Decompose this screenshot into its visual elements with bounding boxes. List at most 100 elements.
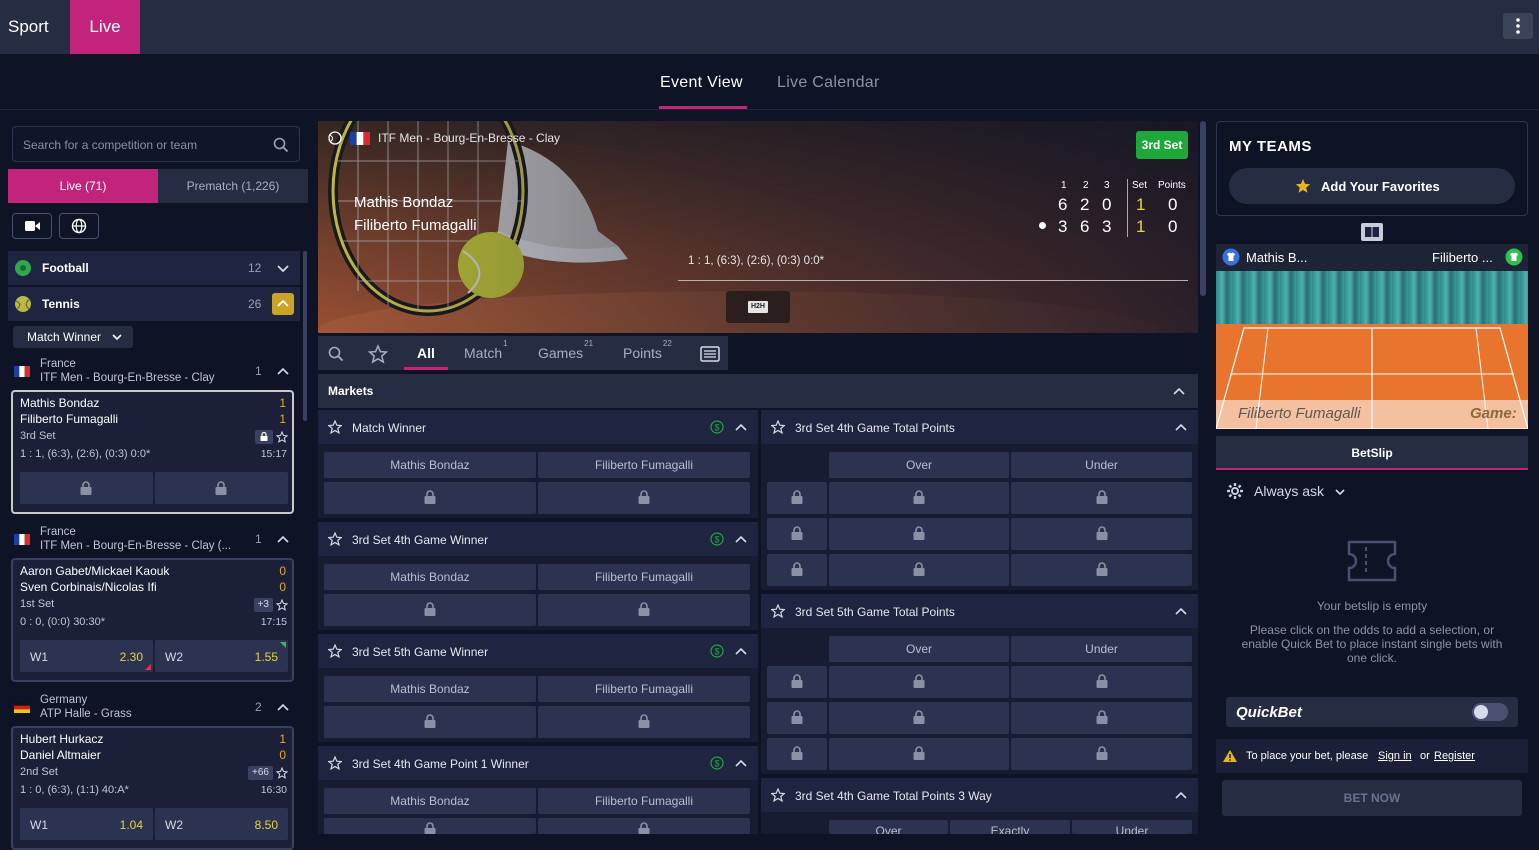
odds-locked-button[interactable]	[767, 738, 827, 770]
chevron-up-icon[interactable]	[1174, 604, 1188, 618]
odds-locked-button[interactable]	[1011, 554, 1192, 586]
market-type-dropdown[interactable]: Match Winner	[13, 326, 133, 348]
chevron-up-icon[interactable]	[1172, 384, 1186, 398]
chevron-down-icon[interactable]	[1334, 487, 1346, 497]
sport-row-tennis[interactable]: Tennis 26	[8, 287, 300, 321]
odds-w2-button[interactable]: W2 1.55	[155, 640, 288, 672]
tab-prematch[interactable]: Prematch (1,226)	[158, 169, 308, 203]
market-header[interactable]: Match Winner $	[318, 410, 758, 444]
star-icon[interactable]	[328, 644, 342, 658]
chevron-up-icon[interactable]	[734, 420, 748, 434]
odds-locked-button[interactable]	[1011, 702, 1192, 734]
chevron-up-icon[interactable]	[1174, 420, 1188, 434]
odds-change-dropdown[interactable]: Always ask	[1254, 483, 1324, 499]
competition-header[interactable]: France ITF Men - Bourg-En-Bresse - Clay …	[8, 523, 300, 557]
odds-locked-button[interactable]	[829, 702, 1009, 734]
search-input[interactable]: Search for a competition or team	[12, 126, 300, 162]
markets-count-badge[interactable]: +66	[248, 766, 273, 780]
odds-locked-button[interactable]	[829, 482, 1009, 514]
market-header[interactable]: 3rd Set 5th Game Winner $	[318, 634, 758, 668]
match-card[interactable]: Aaron Gabet/Mickael Kaouk Sven Corbinais…	[11, 558, 294, 682]
nav-live[interactable]: Live	[70, 0, 140, 54]
chevron-down-icon[interactable]	[272, 257, 294, 279]
odds-locked-button[interactable]	[155, 472, 288, 504]
market-header[interactable]: 3rd Set 4th Game Winner $	[318, 522, 758, 556]
star-icon[interactable]	[771, 604, 785, 618]
odds-locked-button[interactable]	[20, 472, 153, 504]
sidebar-scrollbar[interactable]	[303, 251, 307, 421]
star-icon[interactable]	[328, 756, 342, 770]
odds-locked-button[interactable]	[767, 518, 827, 550]
star-icon[interactable]	[276, 431, 288, 443]
star-icon[interactable]	[771, 420, 785, 434]
chevron-up-icon[interactable]	[276, 700, 290, 714]
market-header[interactable]: 3rd Set 4th Game Total Points 3 Way	[761, 778, 1198, 812]
star-icon[interactable]	[771, 788, 785, 802]
odds-locked-button[interactable]	[324, 594, 536, 626]
betslip-tab[interactable]: BetSlip	[1216, 436, 1528, 470]
competition-header[interactable]: France ITF Men - Bourg-En-Bresse - Clay …	[8, 355, 300, 389]
visualization-filter-button[interactable]	[59, 213, 99, 239]
odds-w1-button[interactable]: W1 2.30	[20, 640, 153, 672]
filter-tab-games[interactable]: Games21	[538, 339, 593, 361]
star-icon[interactable]	[276, 767, 288, 779]
main-scrollbar[interactable]	[1200, 121, 1206, 296]
odds-locked-button[interactable]	[1011, 518, 1192, 550]
chevron-up-icon[interactable]	[272, 293, 294, 315]
markets-count-badge[interactable]: +3	[253, 598, 273, 612]
odds-w2-button[interactable]: W2 8.50	[155, 808, 288, 840]
odds-locked-button[interactable]	[829, 554, 1009, 586]
odds-locked-button[interactable]	[324, 482, 536, 514]
chevron-up-icon[interactable]	[734, 532, 748, 546]
sign-in-link[interactable]: Sign in	[1378, 750, 1412, 762]
odds-locked-button[interactable]	[829, 518, 1009, 550]
odds-locked-button[interactable]	[324, 818, 536, 834]
match-card[interactable]: Hubert Hurkacz Daniel Altmaier 1 0 2nd S…	[11, 726, 294, 850]
market-header[interactable]: 3rd Set 4th Game Point 1 Winner $	[318, 746, 758, 780]
odds-locked-button[interactable]	[767, 554, 827, 586]
market-header[interactable]: 3rd Set 5th Game Total Points	[761, 594, 1198, 628]
tab-live-calendar[interactable]: Live Calendar	[777, 74, 880, 92]
nav-sport[interactable]: Sport	[0, 0, 70, 54]
add-favorites-button[interactable]: Add Your Favorites	[1229, 168, 1515, 204]
odds-locked-button[interactable]	[767, 702, 827, 734]
odds-locked-button[interactable]	[538, 594, 750, 626]
match-card[interactable]: Mathis Bondaz Filiberto Fumagalli 1 1 3r…	[11, 390, 294, 514]
star-icon[interactable]	[276, 599, 288, 611]
odds-locked-button[interactable]	[1011, 482, 1192, 514]
search-icon[interactable]	[328, 346, 344, 362]
h2h-button[interactable]: H2H	[726, 291, 790, 323]
markets-header[interactable]: Markets	[318, 374, 1198, 408]
gear-icon[interactable]	[1226, 482, 1244, 500]
odds-locked-button[interactable]	[538, 706, 750, 738]
filter-tab-all[interactable]: All	[417, 345, 435, 361]
chevron-up-icon[interactable]	[734, 756, 748, 770]
filter-tab-match[interactable]: Match1	[464, 339, 508, 361]
odds-locked-button[interactable]	[1011, 738, 1192, 770]
video-filter-button[interactable]	[12, 213, 52, 239]
chevron-up-icon[interactable]	[276, 364, 290, 378]
chevron-up-icon[interactable]	[734, 644, 748, 658]
tab-event-view[interactable]: Event View	[660, 74, 743, 92]
odds-locked-button[interactable]	[829, 738, 1009, 770]
odds-locked-button[interactable]	[324, 706, 536, 738]
tab-live[interactable]: Live (71)	[8, 169, 158, 203]
star-icon[interactable]	[328, 532, 342, 546]
market-header[interactable]: 3rd Set 4th Game Total Points	[761, 410, 1198, 444]
chevron-up-icon[interactable]	[276, 532, 290, 546]
odds-w1-button[interactable]: W1 1.04	[20, 808, 153, 840]
list-view-icon[interactable]	[700, 346, 720, 362]
bet-now-button[interactable]: BET NOW	[1222, 780, 1522, 816]
quickbet-toggle[interactable]	[1472, 703, 1508, 721]
star-icon[interactable]	[368, 344, 388, 364]
chevron-up-icon[interactable]	[1174, 788, 1188, 802]
sport-row-football[interactable]: Football 12	[8, 251, 300, 285]
search-icon[interactable]	[273, 137, 289, 153]
filter-tab-points[interactable]: Points22	[623, 339, 672, 361]
scoreboard-toggle-icon[interactable]	[1361, 223, 1383, 241]
odds-locked-button[interactable]	[538, 482, 750, 514]
odds-locked-button[interactable]	[767, 666, 827, 698]
odds-locked-button[interactable]	[1011, 666, 1192, 698]
competition-header[interactable]: Germany ATP Halle - Grass 2	[8, 691, 300, 725]
odds-locked-button[interactable]	[538, 818, 750, 834]
